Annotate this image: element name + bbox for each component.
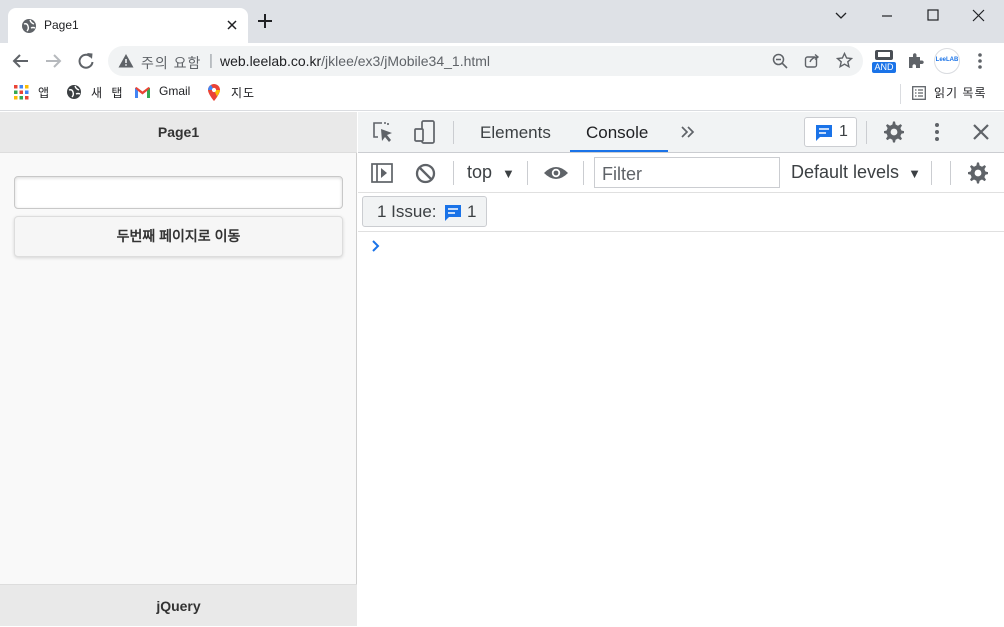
console-toolbar: top ▼ Filter Default levels ▼: [358, 153, 1004, 193]
browser-tab[interactable]: Page1: [8, 8, 248, 43]
close-tab-icon[interactable]: [224, 17, 240, 33]
active-tab-indicator: [570, 150, 668, 152]
extensions-puzzle-icon[interactable]: [907, 52, 924, 69]
console-filter-input[interactable]: Filter: [594, 157, 780, 188]
security-warning-label[interactable]: 주의 요함: [141, 53, 201, 73]
new-tab-icon[interactable]: [258, 14, 272, 28]
go-to-second-page-button[interactable]: 두번째 페이지로 이동: [14, 216, 343, 257]
devtools-panel: Elements Console 1 top ▼ Filter Default …: [358, 112, 1004, 626]
maps-pin-icon: [208, 84, 220, 101]
browser-toolbar: 주의 요함 | web.leelab.co.kr/jklee/ex3/jMobi…: [0, 43, 1004, 79]
log-levels-select[interactable]: Default levels ▼: [791, 162, 921, 183]
bookmark-gmail[interactable]: Gmail: [159, 84, 190, 98]
reload-icon[interactable]: [77, 52, 95, 70]
gmail-icon: [135, 87, 150, 98]
bookmark-star-icon[interactable]: [836, 52, 853, 69]
issues-counter-button[interactable]: 1: [804, 117, 857, 147]
url-text[interactable]: web.leelab.co.kr/jklee/ex3/jMobile34_1.h…: [220, 53, 490, 69]
tab-title: Page1: [44, 18, 79, 32]
page-header: Page1: [0, 112, 357, 153]
console-prompt-chevron-icon[interactable]: [371, 239, 381, 253]
issue-message-icon: [815, 124, 833, 142]
globe-icon: [66, 84, 82, 100]
toolbar-separator: [583, 161, 584, 185]
and-badge: AND: [872, 62, 896, 73]
settings-gear-icon[interactable]: [883, 121, 905, 143]
share-icon[interactable]: [804, 53, 820, 69]
close-window-icon[interactable]: [969, 6, 989, 26]
browser-menu-icon[interactable]: [972, 52, 988, 70]
device-toolbar-icon[interactable]: [414, 120, 436, 144]
profile-avatar-label: LeeLAB: [935, 57, 959, 63]
live-expression-eye-icon[interactable]: [543, 165, 569, 181]
tab-elements[interactable]: Elements: [480, 123, 551, 143]
tab-strip: Page1: [0, 0, 1004, 43]
tab-separator: [453, 121, 454, 144]
and-extension-icon[interactable]: AND: [872, 49, 896, 73]
devtools-menu-icon[interactable]: [929, 122, 945, 142]
issues-chip-button[interactable]: 1 Issue: 1: [362, 196, 487, 227]
more-tabs-chevron-icon[interactable]: [680, 124, 696, 140]
devtools-tab-bar: Elements Console 1: [358, 112, 1004, 153]
dropdown-arrow-icon: ▼: [908, 166, 921, 181]
console-sidebar-icon[interactable]: [371, 162, 393, 184]
tab-search-chevron-icon[interactable]: [831, 6, 851, 26]
zoom-out-icon[interactable]: [772, 53, 788, 69]
address-bar[interactable]: 주의 요함 | web.leelab.co.kr/jklee/ex3/jMobi…: [108, 46, 863, 76]
filter-placeholder: Filter: [602, 164, 642, 184]
execution-context-value: top: [467, 162, 493, 182]
back-icon[interactable]: [12, 52, 30, 70]
globe-icon: [21, 18, 37, 34]
page-footer: jQuery: [0, 584, 357, 626]
issue-message-icon: [444, 204, 462, 222]
toolbar-separator: [950, 161, 951, 185]
bookmarks-divider: [900, 84, 901, 104]
apps-grid-icon[interactable]: [14, 85, 29, 100]
toolbar-separator: [527, 161, 528, 185]
page-viewport: Page1 두번째 페이지로 이동 jQuery: [0, 112, 357, 626]
url-host: web.leelab.co.kr: [220, 53, 322, 69]
bookmarks-bar: 앱 새 탭 Gmail 지도 읽기 목록: [0, 79, 1004, 111]
issues-count: 1: [839, 123, 848, 140]
log-levels-value: Default levels: [791, 162, 900, 182]
inspect-element-icon[interactable]: [372, 121, 394, 143]
tab-console[interactable]: Console: [586, 123, 648, 143]
url-path: /jklee/ex3/jMobile34_1.html: [321, 53, 491, 69]
maximize-icon[interactable]: [923, 6, 943, 26]
warning-icon[interactable]: [118, 53, 134, 69]
bookmark-maps[interactable]: 지도: [231, 84, 255, 101]
execution-context-select[interactable]: top ▼: [467, 162, 515, 183]
toolbar-separator: [453, 161, 454, 185]
forward-icon[interactable]: [44, 52, 62, 70]
close-devtools-icon[interactable]: [972, 123, 990, 141]
dropdown-arrow-icon: ▼: [502, 166, 515, 181]
text-input[interactable]: [14, 176, 343, 209]
toolbar-separator: [931, 161, 932, 185]
clear-console-icon[interactable]: [415, 163, 436, 184]
bookmark-apps[interactable]: 앱: [38, 84, 49, 101]
profile-avatar[interactable]: LeeLAB: [934, 48, 960, 74]
issues-chip-label: 1 Issue:: [377, 202, 437, 221]
url-separator: |: [209, 52, 213, 69]
minimize-icon[interactable]: [877, 6, 897, 26]
reading-list-button[interactable]: 읽기 목록: [934, 84, 987, 101]
console-settings-gear-icon[interactable]: [967, 162, 989, 184]
issues-bar: 1 Issue: 1: [358, 193, 1004, 232]
bookmark-new-tab[interactable]: 새 탭: [91, 84, 125, 101]
issues-chip-count: 1: [467, 202, 477, 221]
reading-list-icon: [912, 86, 926, 100]
tab-separator: [866, 121, 867, 144]
